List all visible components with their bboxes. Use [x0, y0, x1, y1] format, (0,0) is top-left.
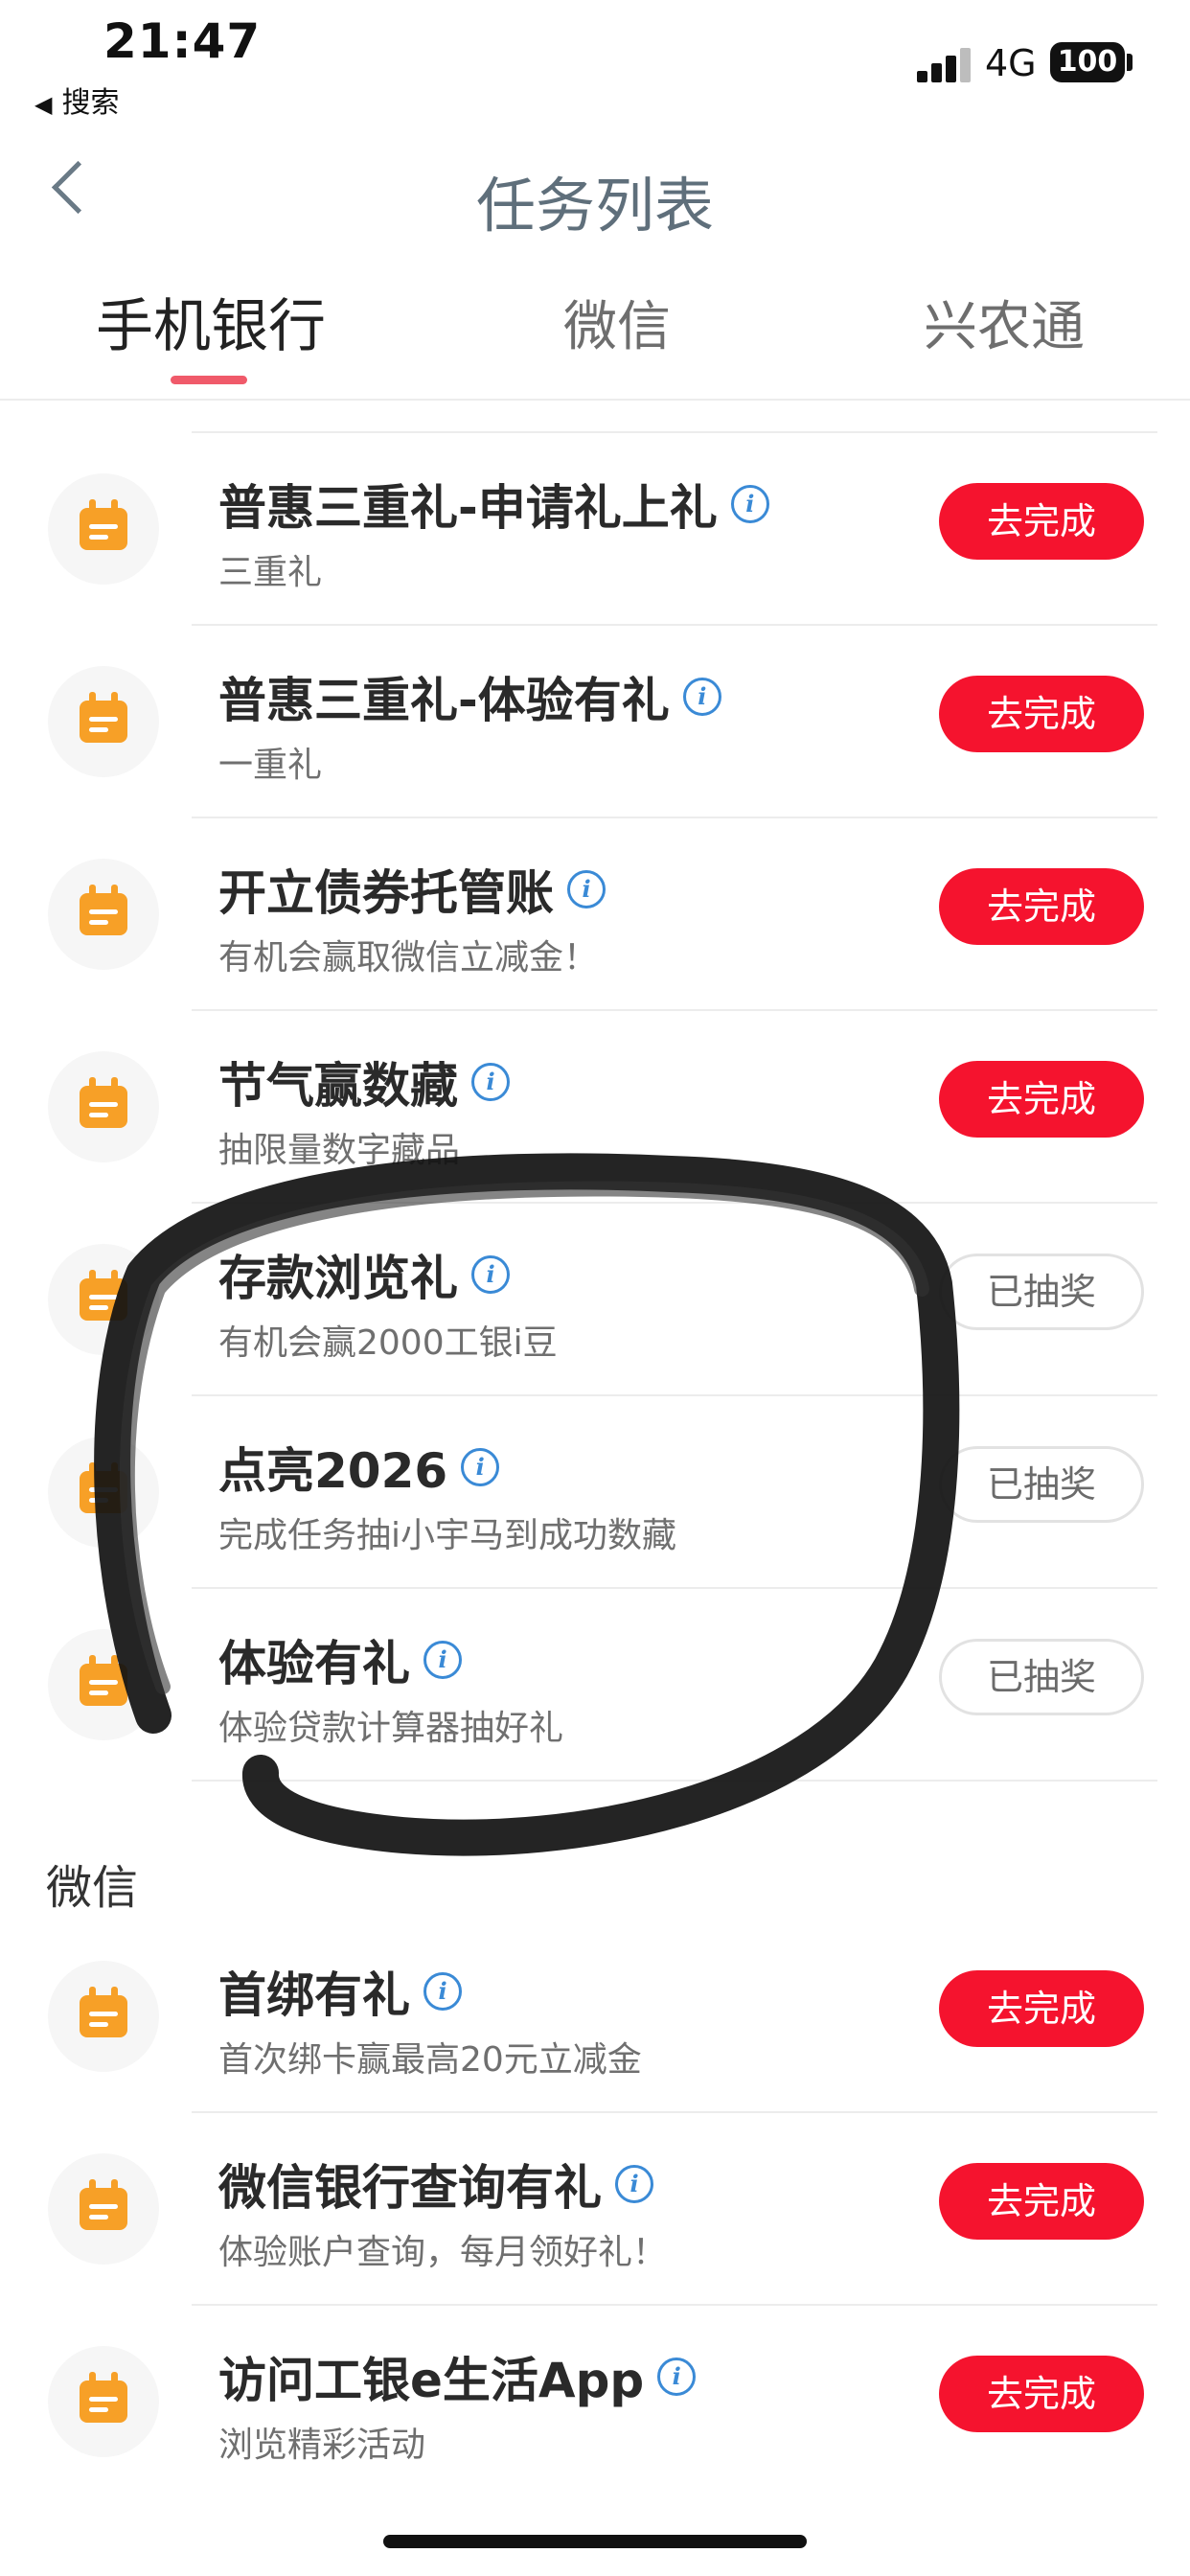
section-title-wechat: 微信 [46, 1861, 139, 1915]
network-type: 4G [985, 42, 1037, 84]
task-icon [48, 473, 159, 585]
task-subtitle: 有机会赢2000工银i豆 [218, 1323, 558, 1363]
info-icon[interactable]: i [461, 1448, 500, 1486]
task-icon [48, 1437, 159, 1548]
navigation-bar: 任务列表 [0, 144, 1190, 249]
calendar-icon [80, 2179, 127, 2230]
task-title: 普惠三重礼-申请礼上礼 [218, 480, 718, 536]
go-complete-button[interactable]: 去完成 [939, 676, 1144, 752]
go-complete-button[interactable]: 去完成 [939, 2163, 1144, 2240]
battery-icon: 100 [1050, 42, 1125, 82]
task-title: 点亮2026 [218, 1443, 448, 1499]
task-icon [48, 2346, 159, 2457]
task-row: 存款浏览礼 i 有机会赢2000工银i豆 已抽奖 [0, 1204, 1190, 1396]
go-complete-button[interactable]: 去完成 [939, 2356, 1144, 2432]
task-subtitle: 首次绑卡赢最高20元立减金 [218, 2040, 642, 2080]
signal-icon [917, 44, 973, 82]
task-title: 存款浏览礼 [218, 1251, 458, 1306]
back-to-app-link[interactable]: ◀ 搜索 [34, 79, 119, 121]
calendar-icon [80, 692, 127, 743]
task-icon [48, 1051, 159, 1162]
task-subtitle: 体验账户查询，每月领好礼！ [218, 2233, 668, 2272]
task-icon [48, 1961, 159, 2072]
calendar-icon [80, 1077, 127, 1128]
battery-tip [1127, 54, 1133, 71]
info-icon[interactable]: i [730, 485, 769, 523]
calendar-icon [80, 885, 127, 935]
task-icon [48, 1244, 159, 1355]
task-subtitle: 完成任务抽i小宇马到成功数藏 [218, 1516, 677, 1555]
task-row: 微信银行查询有礼 i 体验账户查询，每月领好礼！ 去完成 [0, 2113, 1190, 2306]
go-complete-button[interactable]: 去完成 [939, 483, 1144, 560]
task-title: 普惠三重礼-体验有礼 [218, 673, 670, 728]
divider [192, 1780, 1157, 1782]
task-row: 访问工银e生活App i 浏览精彩活动 去完成 [0, 2306, 1190, 2498]
tab-wechat[interactable]: 微信 [563, 284, 671, 361]
task-title: 开立债券托管账 [218, 865, 554, 921]
task-subtitle: 浏览精彩活动 [218, 2426, 426, 2465]
task-title: 体验有礼 [218, 1636, 410, 1691]
status-bar: 21:47 ◀ 搜索 4G 100 [0, 0, 1190, 125]
tab-mobile-banking[interactable]: 手机银行 [96, 280, 326, 363]
task-title: 节气赢数藏 [218, 1058, 458, 1114]
go-complete-button[interactable]: 去完成 [939, 868, 1144, 945]
calendar-icon [80, 1462, 127, 1513]
info-icon[interactable]: i [657, 2358, 697, 2396]
task-icon [48, 1629, 159, 1740]
page-title: 任务列表 [475, 171, 714, 241]
task-icon [48, 2153, 159, 2265]
calendar-icon [80, 1655, 127, 1706]
task-title: 微信银行查询有礼 [218, 2160, 602, 2216]
tab-xingnongtong[interactable]: 兴农通 [924, 284, 1085, 361]
back-app-label: 搜索 [61, 86, 120, 120]
info-icon[interactable]: i [471, 1255, 510, 1294]
go-complete-button[interactable]: 去完成 [939, 1970, 1144, 2047]
task-title: 首绑有礼 [218, 1967, 410, 2023]
drawn-button[interactable]: 已抽奖 [939, 1446, 1144, 1523]
task-subtitle: 抽限量数字藏品 [218, 1131, 461, 1170]
task-subtitle: 三重礼 [218, 553, 323, 592]
drawn-button[interactable]: 已抽奖 [939, 1254, 1144, 1330]
task-row: 开立债券托管账 i 有机会赢取微信立减金！ 去完成 [0, 818, 1190, 1011]
info-icon[interactable]: i [682, 678, 721, 716]
task-subtitle: 一重礼 [218, 746, 323, 785]
task-icon [48, 859, 159, 970]
info-icon[interactable]: i [471, 1063, 510, 1101]
info-icon[interactable]: i [615, 2165, 653, 2203]
go-complete-button[interactable]: 去完成 [939, 1061, 1144, 1138]
active-tab-indicator [171, 376, 247, 384]
status-time: 21:47 [103, 13, 262, 69]
back-triangle-icon: ◀ [34, 91, 53, 118]
tab-bar: 手机银行 微信 兴农通 [0, 268, 1190, 401]
task-title: 访问工银e生活App [218, 2353, 645, 2408]
task-icon [48, 666, 159, 777]
calendar-icon [80, 1270, 127, 1321]
info-icon[interactable]: i [423, 1972, 462, 2011]
task-row: 首绑有礼 i 首次绑卡赢最高20元立减金 去完成 [0, 1920, 1190, 2113]
task-subtitle: 有机会赢取微信立减金！ [218, 938, 599, 978]
task-row: 普惠三重礼-申请礼上礼 i 三重礼 去完成 [0, 433, 1190, 626]
home-indicator [383, 2535, 807, 2548]
calendar-icon [80, 1987, 127, 2037]
task-row: 体验有礼 i 体验贷款计算器抽好礼 已抽奖 [0, 1589, 1190, 1782]
info-icon[interactable]: i [423, 1641, 462, 1679]
calendar-icon [80, 2372, 127, 2423]
task-row: 点亮2026 i 完成任务抽i小宇马到成功数藏 已抽奖 [0, 1396, 1190, 1589]
drawn-button[interactable]: 已抽奖 [939, 1639, 1144, 1715]
calendar-icon [80, 499, 127, 550]
task-row: 普惠三重礼-体验有礼 i 一重礼 去完成 [0, 626, 1190, 818]
task-row: 节气赢数藏 i 抽限量数字藏品 去完成 [0, 1011, 1190, 1204]
task-subtitle: 体验贷款计算器抽好礼 [218, 1709, 564, 1748]
info-icon[interactable]: i [567, 870, 606, 908]
